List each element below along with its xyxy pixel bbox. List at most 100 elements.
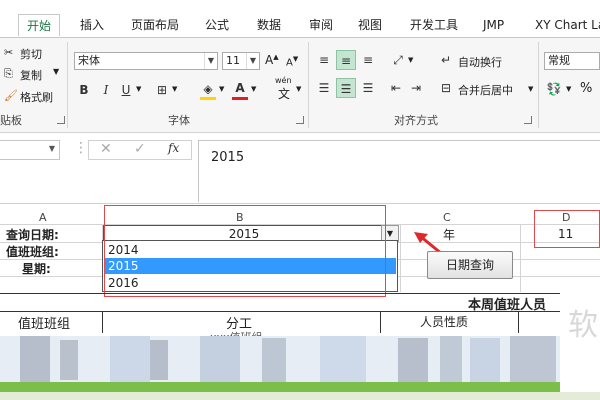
highlight-box-b — [104, 205, 386, 297]
clipboard-group-label: 贴板 — [0, 114, 22, 127]
blur-block — [440, 336, 462, 382]
alignment-launcher-icon[interactable] — [524, 116, 532, 124]
phonetic-char[interactable]: 文 — [278, 85, 290, 102]
ribbon: ✂ 剪切 ⎘ 复制 ▼ 🖌 格式刷 贴板 宋体 ▼ 11 ▼ A▲ A▼ B I… — [0, 37, 600, 133]
tab-page-layout[interactable]: 页面布局 — [131, 14, 179, 36]
column-header-a[interactable]: A — [39, 211, 47, 224]
cancel-icon[interactable]: ✕ — [100, 141, 112, 157]
blur-block — [110, 336, 150, 382]
align-right-icon[interactable]: ☰ — [358, 78, 378, 98]
chevron-down-icon[interactable]: ▼ — [204, 53, 217, 69]
team-column-header: 值班班组 — [18, 317, 71, 332]
chevron-down-icon[interactable]: ▼ — [136, 85, 141, 93]
tab-formulas[interactable]: 公式 — [205, 14, 229, 36]
blur-block — [262, 338, 286, 382]
font-color-icon[interactable]: A — [230, 78, 250, 98]
column-header-c[interactable]: C — [443, 211, 451, 224]
insert-function-icon[interactable]: fx — [168, 141, 179, 155]
underline-icon[interactable]: U — [116, 80, 136, 100]
brush-icon[interactable]: 🖌 — [4, 89, 18, 102]
more-dots-icon: ⋮ — [74, 140, 88, 156]
merge-center-button[interactable]: 合并后居中 — [458, 82, 513, 98]
formula-input[interactable]: 2015 — [198, 140, 600, 202]
gridline — [520, 224, 521, 292]
merge-center-icon[interactable]: ⊟ — [436, 78, 456, 98]
chevron-down-icon[interactable]: ▼ — [408, 56, 413, 64]
format-painter-button[interactable]: 格式刷 — [20, 89, 53, 105]
query-date-label: 查询日期: — [6, 228, 59, 242]
tab-jmp[interactable]: JMP — [483, 14, 504, 36]
chevron-down-icon[interactable]: ▼ — [246, 53, 259, 69]
percent-button[interactable]: % — [580, 81, 592, 96]
chevron-down-icon[interactable]: ▼ — [296, 85, 301, 93]
name-box[interactable]: ▼ — [0, 140, 60, 160]
tab-view[interactable]: 视图 — [358, 14, 382, 36]
tab-developer[interactable]: 开发工具 — [410, 14, 458, 36]
tab-data[interactable]: 数据 — [257, 14, 281, 36]
align-bottom-icon[interactable]: ≡ — [358, 50, 378, 70]
clipboard-launcher-icon[interactable] — [57, 116, 65, 124]
highlight-box-d — [534, 210, 600, 248]
cut-button[interactable]: 剪切 — [20, 46, 42, 62]
chevron-down-icon[interactable]: ▼ — [172, 85, 177, 93]
divider — [308, 42, 309, 128]
chevron-down-icon[interactable]: ▼ — [219, 85, 224, 93]
chevron-down-icon[interactable]: ▼ — [566, 85, 571, 93]
font-group-label: 字体 — [168, 114, 190, 127]
orientation-icon[interactable]: ⤢ — [388, 50, 408, 70]
divider — [0, 311, 560, 312]
blurred-region — [0, 392, 600, 400]
scissors-icon[interactable]: ✂ — [4, 46, 13, 59]
team-label: 值班班组: — [6, 245, 59, 259]
font-size-combo[interactable]: 11 ▼ — [222, 52, 260, 70]
copy-button[interactable]: 复制 — [20, 67, 42, 83]
align-left-icon[interactable]: ☰ — [314, 78, 334, 98]
font-name-value: 宋体 — [78, 54, 100, 67]
date-query-button[interactable]: 日期查询 — [427, 251, 513, 279]
font-size-value: 11 — [226, 54, 240, 67]
chevron-down-icon[interactable]: ▼ — [49, 144, 55, 153]
font-launcher-icon[interactable] — [296, 116, 304, 124]
divider — [538, 42, 539, 128]
wrap-text-button[interactable]: 自动换行 — [458, 54, 502, 70]
align-top-icon[interactable]: ≡ — [314, 50, 334, 70]
blur-block — [398, 338, 428, 382]
border-icon[interactable]: ⊞ — [152, 80, 172, 100]
blur-block — [150, 340, 168, 380]
align-center-icon[interactable]: ☰ — [336, 78, 356, 98]
alignment-group-label: 对齐方式 — [394, 114, 438, 127]
fill-color-icon[interactable]: ◈ — [198, 79, 218, 99]
blur-block — [200, 336, 240, 382]
phonetic-icon[interactable]: wén — [275, 76, 292, 85]
bold-icon[interactable]: B — [74, 80, 94, 100]
increase-indent-icon[interactable]: ⇥ — [406, 78, 426, 98]
blur-block — [510, 336, 556, 382]
decrease-indent-icon[interactable]: ⇤ — [386, 78, 406, 98]
tab-insert[interactable]: 插入 — [80, 14, 104, 36]
chevron-down-icon[interactable]: ▼ — [251, 85, 256, 93]
blur-block — [60, 340, 78, 380]
number-format-value: 常规 — [548, 54, 570, 67]
italic-icon[interactable]: I — [96, 80, 116, 100]
divider — [102, 311, 103, 333]
tab-home[interactable]: 开始 — [18, 14, 61, 36]
formula-value: 2015 — [211, 150, 245, 165]
gender-column-header: 人员性质 — [420, 315, 469, 329]
weekday-label: 星期: — [22, 262, 51, 276]
align-middle-icon[interactable]: ≡ — [336, 50, 356, 70]
blur-block — [470, 338, 500, 382]
chevron-down-icon[interactable]: ▼ — [53, 67, 59, 76]
tab-review[interactable]: 审阅 — [309, 14, 333, 36]
copy-icon[interactable]: ⎘ — [4, 67, 13, 81]
tab-xy-chart[interactable]: XY Chart La — [535, 14, 600, 36]
enter-check-icon[interactable]: ✓ — [134, 141, 146, 157]
chevron-down-icon[interactable]: ▼ — [528, 85, 533, 93]
blur-block — [20, 336, 50, 382]
wrap-text-icon[interactable]: ↵ — [436, 50, 456, 70]
font-name-combo[interactable]: 宋体 ▼ — [74, 52, 218, 70]
green-bar — [0, 382, 560, 392]
grow-font-icon[interactable]: A▲ — [265, 53, 279, 67]
shrink-font-icon[interactable]: A▼ — [286, 55, 298, 68]
accounting-format-icon[interactable]: 💱 — [544, 79, 564, 99]
number-format-combo[interactable]: 常规 — [544, 52, 600, 70]
